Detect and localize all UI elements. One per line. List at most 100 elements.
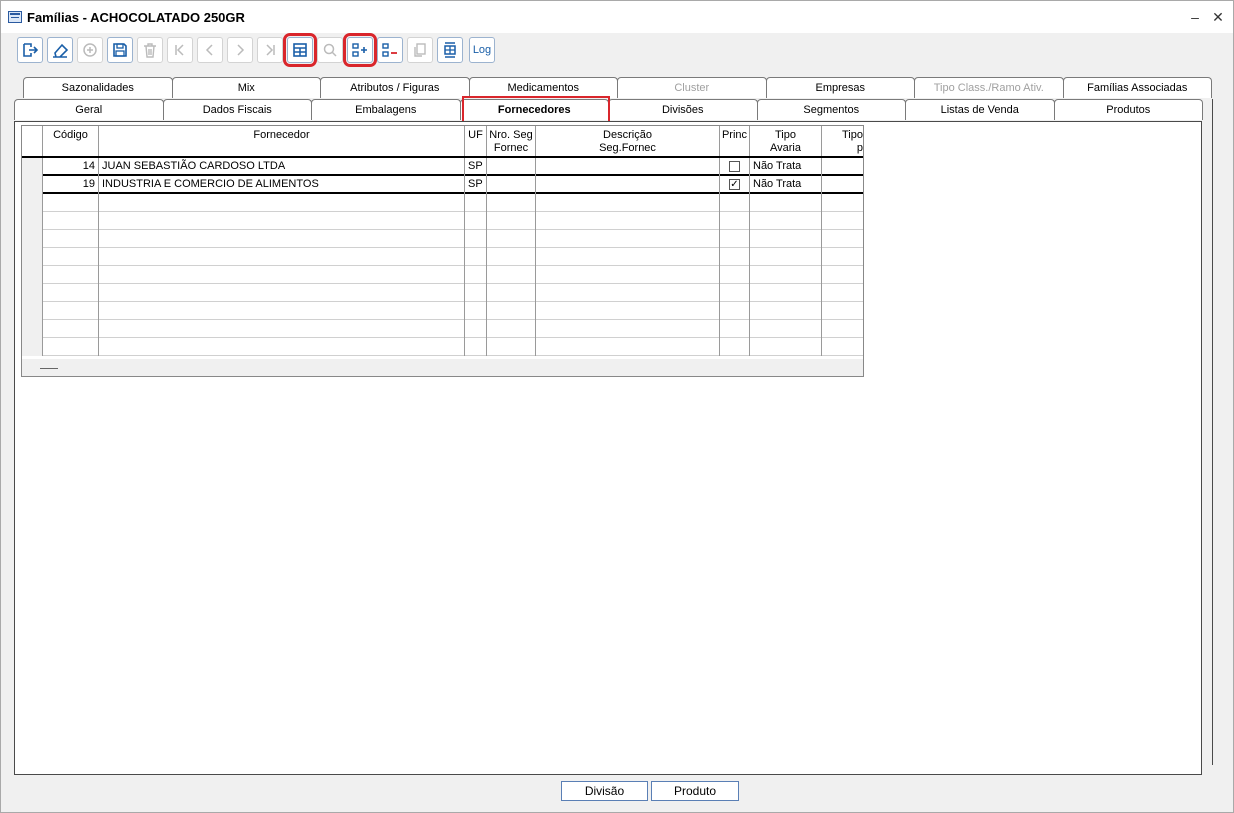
cell-uf[interactable]	[465, 302, 487, 320]
cell-uf[interactable]: SP	[465, 158, 487, 176]
cell-desc[interactable]	[536, 212, 720, 230]
cell-uf[interactable]	[465, 284, 487, 302]
remove-row-button[interactable]	[377, 37, 403, 63]
col-header-tipo-p[interactable]: Tipo p	[822, 126, 863, 156]
empty-table-row[interactable]	[22, 212, 863, 230]
cell-tipo-p[interactable]	[822, 230, 863, 248]
empty-table-row[interactable]	[22, 194, 863, 212]
cell-princ[interactable]	[720, 158, 750, 176]
cell-princ[interactable]	[720, 302, 750, 320]
cell-princ[interactable]	[720, 248, 750, 266]
cell-tipo-avaria[interactable]	[750, 338, 822, 356]
cell-nro[interactable]	[487, 320, 536, 338]
col-header-nro-seg-fornec[interactable]: Nro. Seg Fornec	[487, 126, 536, 156]
cell-fornecedor[interactable]	[99, 338, 465, 356]
tab-cluster[interactable]: Cluster	[617, 77, 767, 98]
col-header-princ[interactable]: Princ	[720, 126, 750, 156]
cell-tipo-p[interactable]	[822, 176, 863, 194]
cell-tipo-avaria[interactable]	[750, 284, 822, 302]
cell-codigo[interactable]	[43, 320, 99, 338]
log-button[interactable]: Log	[469, 37, 495, 63]
tab-geral[interactable]: Geral	[14, 99, 164, 120]
cell-fornecedor[interactable]: INDUSTRIA E COMERCIO DE ALIMENTOS	[99, 176, 465, 194]
search-button[interactable]	[317, 37, 343, 63]
cell-nro[interactable]	[487, 302, 536, 320]
tab-medicamentos[interactable]: Medicamentos	[468, 77, 618, 98]
cell-tipo-p[interactable]	[822, 338, 863, 356]
add-button[interactable]	[77, 37, 103, 63]
cell-tipo-avaria[interactable]	[750, 320, 822, 338]
cell-codigo[interactable]	[43, 248, 99, 266]
empty-table-row[interactable]	[22, 266, 863, 284]
cell-codigo[interactable]	[43, 194, 99, 212]
cell-princ[interactable]	[720, 338, 750, 356]
cell-fornecedor[interactable]	[99, 248, 465, 266]
cell-princ[interactable]	[720, 194, 750, 212]
tab-tipo-class-ramo-ativ[interactable]: Tipo Class./Ramo Ativ.	[914, 77, 1064, 98]
cell-uf[interactable]	[465, 230, 487, 248]
exit-button[interactable]	[17, 37, 43, 63]
cell-tipo-avaria[interactable]: Não Trata	[750, 158, 822, 176]
cell-desc[interactable]	[536, 266, 720, 284]
cell-tipo-p[interactable]	[822, 284, 863, 302]
cell-tipo-avaria[interactable]: Não Trata	[750, 176, 822, 194]
cell-princ[interactable]	[720, 284, 750, 302]
copy-button[interactable]	[407, 37, 433, 63]
cell-uf[interactable]: SP	[465, 176, 487, 194]
tab-fornecedores[interactable]: Fornecedores	[459, 99, 609, 120]
tab-produtos[interactable]: Produtos	[1053, 99, 1203, 120]
cell-uf[interactable]	[465, 248, 487, 266]
empty-table-row[interactable]	[22, 284, 863, 302]
table-row[interactable]: 19 INDUSTRIA E COMERCIO DE ALIMENTOS SP ✓ Nã…	[22, 176, 863, 194]
cell-tipo-avaria[interactable]	[750, 194, 822, 212]
cell-nro[interactable]	[487, 284, 536, 302]
cell-codigo[interactable]	[43, 266, 99, 284]
cell-uf[interactable]	[465, 212, 487, 230]
cell-tipo-p[interactable]	[822, 248, 863, 266]
cell-fornecedor[interactable]: JUAN SEBASTIÃO CARDOSO LTDA	[99, 158, 465, 176]
cell-princ[interactable]	[720, 212, 750, 230]
tab-atributos-figuras[interactable]: Atributos / Figuras	[320, 77, 470, 98]
cell-nro[interactable]	[487, 248, 536, 266]
add-row-button[interactable]	[343, 33, 377, 67]
cell-tipo-avaria[interactable]	[750, 248, 822, 266]
cell-princ[interactable]	[720, 266, 750, 284]
minimize-button[interactable]: –	[1185, 7, 1205, 27]
last-record-button[interactable]	[257, 37, 283, 63]
cell-codigo[interactable]	[43, 284, 99, 302]
cell-nro[interactable]	[487, 176, 536, 194]
cell-uf[interactable]	[465, 338, 487, 356]
cell-desc[interactable]	[536, 284, 720, 302]
tab-sazonalidades[interactable]: Sazonalidades	[23, 77, 173, 98]
cell-desc[interactable]	[536, 176, 720, 194]
cell-tipo-avaria[interactable]	[750, 212, 822, 230]
col-header-uf[interactable]: UF	[465, 126, 487, 156]
col-header-codigo[interactable]: Código	[43, 126, 99, 156]
princ-checkbox[interactable]: ✓	[729, 179, 740, 190]
col-header-descricao-seg-fornec[interactable]: Descrição Seg.Fornec	[536, 126, 720, 156]
cell-nro[interactable]	[487, 266, 536, 284]
cell-nro[interactable]	[487, 158, 536, 176]
cell-codigo[interactable]	[43, 302, 99, 320]
delete-button[interactable]	[137, 37, 163, 63]
cell-fornecedor[interactable]	[99, 194, 465, 212]
cell-codigo[interactable]: 19	[43, 176, 99, 194]
tab-dados-fiscais[interactable]: Dados Fiscais	[162, 99, 312, 120]
cell-fornecedor[interactable]	[99, 284, 465, 302]
cell-desc[interactable]	[536, 302, 720, 320]
cell-codigo[interactable]	[43, 212, 99, 230]
cell-tipo-p[interactable]	[822, 266, 863, 284]
cell-desc[interactable]	[536, 248, 720, 266]
tab-embalagens[interactable]: Embalagens	[311, 99, 461, 120]
cell-uf[interactable]	[465, 266, 487, 284]
cell-desc[interactable]	[536, 194, 720, 212]
cell-fornecedor[interactable]	[99, 302, 465, 320]
cell-codigo[interactable]: 14	[43, 158, 99, 176]
princ-checkbox[interactable]	[729, 161, 740, 172]
empty-table-row[interactable]	[22, 320, 863, 338]
column-settings-button[interactable]	[437, 37, 463, 63]
cell-fornecedor[interactable]	[99, 212, 465, 230]
previous-record-button[interactable]	[197, 37, 223, 63]
col-header-fornecedor[interactable]: Fornecedor	[99, 126, 465, 156]
cell-tipo-p[interactable]	[822, 212, 863, 230]
